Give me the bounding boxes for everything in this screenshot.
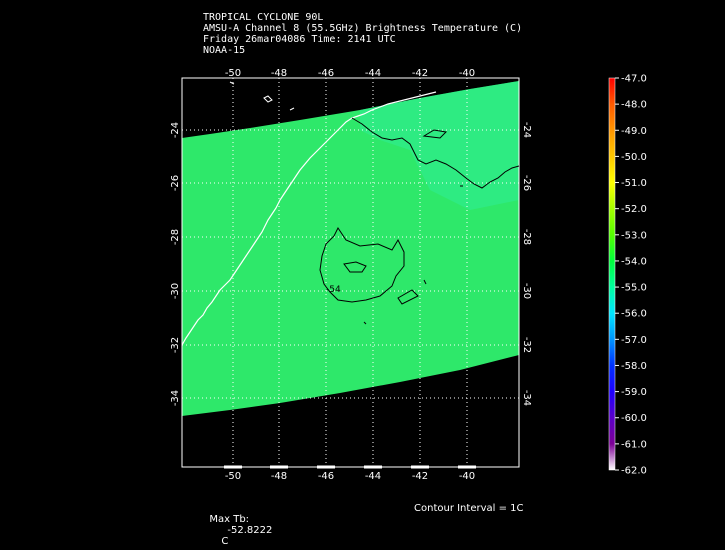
map-figure: -54 -50 -50 -48 -48 -46 -46 -44 -44 -42 -42 -40 -40…: [170, 68, 647, 482]
lat-tick-left: -24: [170, 122, 181, 138]
colorbar-ramp: [608, 77, 616, 471]
colorbar-label: -61.0: [621, 439, 647, 450]
max-tb-label: Max Tb:: [209, 514, 250, 525]
colorbar-label: -57.0: [621, 335, 647, 346]
lon-tick-bottom: -44: [365, 471, 381, 482]
lat-tick-left: -30: [170, 283, 181, 299]
lon-tick-top: -40: [459, 68, 475, 79]
lon-tick-bottom: -42: [412, 471, 428, 482]
lat-tick-right: -24: [521, 122, 532, 138]
colorbar-label: -50.0: [621, 152, 647, 163]
lat-tick-right: -26: [521, 175, 532, 191]
colorbar-label: -52.0: [621, 204, 647, 215]
lon-tick-bottom: -46: [318, 471, 334, 482]
lon-tick-top: -44: [365, 68, 381, 79]
colorbar-label: -60.0: [621, 413, 647, 424]
lat-tick-right: -32: [521, 337, 532, 353]
colorbar-label: -53.0: [621, 230, 647, 241]
max-tb-readout: Max Tb: -52.8222 C: [203, 503, 272, 547]
colorbar-label: -49.0: [621, 126, 647, 137]
contour-label: -54: [326, 285, 341, 295]
colorbar-label: -47.0: [621, 74, 647, 85]
colorbar-label: -51.0: [621, 178, 647, 189]
lon-tick-top: -50: [225, 68, 241, 79]
colorbar-label: -62.0: [621, 466, 647, 477]
lat-tick-left: -28: [170, 229, 181, 245]
colorbar-label: -58.0: [621, 361, 647, 372]
lon-tick-top: -42: [412, 68, 428, 79]
lon-tick-bottom: -50: [225, 471, 241, 482]
colorbar: -47.0 -48.0 -49.0 -50.0 -51.0 -52.0 -53.0 -54.0…: [608, 74, 647, 477]
colorbar-label: -55.0: [621, 283, 647, 294]
lon-tick-top: -48: [271, 68, 287, 79]
lat-tick-right: -28: [521, 229, 532, 245]
colorbar-label: -59.0: [621, 387, 647, 398]
lat-tick-left: -32: [170, 337, 181, 353]
lat-tick-right: -34: [521, 390, 532, 406]
lon-tick-bottom: -40: [459, 471, 475, 482]
colorbar-label: -56.0: [621, 309, 647, 320]
lat-tick-left: -34: [170, 390, 181, 406]
colorbar-label: -48.0: [621, 100, 647, 111]
lon-tick-bottom: -48: [271, 471, 287, 482]
lon-tick-top: -46: [318, 68, 334, 79]
lat-tick-right: -30: [521, 283, 532, 299]
max-tb-unit: C: [221, 536, 229, 547]
lat-tick-left: -26: [170, 175, 181, 191]
colorbar-label: -54.0: [621, 256, 647, 267]
contour-interval: Contour Interval = 1C: [414, 503, 524, 514]
max-tb-value: -52.8222: [227, 525, 273, 536]
